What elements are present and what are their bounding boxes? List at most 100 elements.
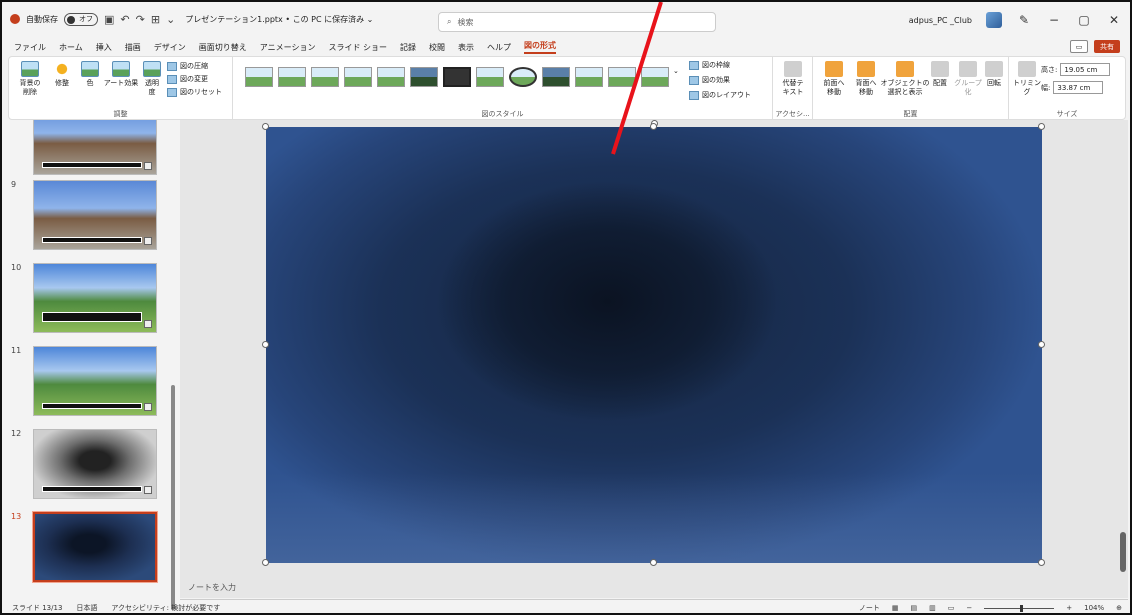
picture-style-8[interactable] (476, 67, 504, 87)
picture-style-11[interactable] (575, 67, 603, 87)
avatar[interactable] (986, 12, 1002, 28)
save-icon[interactable]: ▣ (104, 13, 114, 26)
tab-help[interactable]: ヘルプ (487, 42, 511, 53)
tab-file[interactable]: ファイル (14, 42, 46, 53)
resize-handle-right[interactable] (1038, 341, 1045, 348)
picture-border-button[interactable]: 図の枠線 (689, 60, 730, 70)
minimize-button[interactable]: − (1046, 13, 1062, 27)
start-slideshow-icon[interactable]: ⊞ (151, 13, 160, 26)
tab-design[interactable]: デザイン (154, 42, 186, 53)
color-button[interactable]: 色 (79, 61, 101, 88)
picture-style-13[interactable] (641, 67, 669, 87)
notes-input[interactable]: ノートを入力 (188, 582, 236, 593)
slide-thumbnail-selected[interactable] (32, 511, 158, 583)
zoom-slider[interactable] (984, 604, 1055, 612)
resize-handle-top-left[interactable] (262, 123, 269, 130)
tab-picture-format[interactable]: 図の形式 (524, 40, 556, 54)
resize-handle-bottom[interactable] (650, 559, 657, 566)
resize-handle-top[interactable] (650, 123, 657, 130)
undo-icon[interactable]: ↶ (120, 13, 129, 26)
picture-layout-icon (689, 90, 699, 100)
tab-draw[interactable]: 描画 (125, 42, 141, 53)
picture-style-2[interactable] (278, 67, 306, 87)
align-button[interactable]: 配置 (929, 61, 951, 88)
compress-pictures-button[interactable]: 図の圧縮 (167, 61, 208, 71)
tab-review[interactable]: 校閲 (429, 42, 445, 53)
zoom-level[interactable]: 104% (1084, 604, 1104, 612)
autosave-toggle[interactable]: オフ (64, 12, 98, 26)
selection-pane-button[interactable]: オブジェクトの 選択と表示 (881, 61, 930, 97)
rotate-button[interactable]: 回転 (983, 61, 1005, 88)
tab-insert[interactable]: 挿入 (96, 42, 112, 53)
artistic-effects-label: アート効果 (103, 79, 139, 87)
thumbnail-scrollbar[interactable] (170, 120, 176, 610)
zoom-in-button[interactable]: + (1066, 604, 1072, 612)
slide-picture[interactable] (266, 127, 1042, 563)
bring-forward-button[interactable]: 前面へ 移動 (819, 61, 849, 97)
share-button[interactable]: 共有 (1094, 40, 1120, 53)
crop-button[interactable]: トリミング (1013, 61, 1041, 97)
reset-picture-button[interactable]: 図のリセット (167, 87, 222, 97)
height-input[interactable]: 19.05 cm (1060, 63, 1111, 76)
tab-home[interactable]: ホーム (59, 42, 83, 53)
picture-style-3[interactable] (311, 67, 339, 87)
picture-style-5[interactable] (377, 67, 405, 87)
accessibility-status[interactable]: アクセシビリティ: 検討が必要です (111, 603, 220, 613)
transparency-button[interactable]: 透明 度 (141, 61, 163, 97)
tab-transitions[interactable]: 画面切り替え (199, 42, 247, 53)
corrections-button[interactable]: 修整 (49, 61, 75, 88)
document-title[interactable]: プレゼンテーション1.pptx • この PC に保存済み ⌄ (185, 14, 373, 25)
tab-view[interactable]: 表示 (458, 42, 474, 53)
slide-thumbnail[interactable] (33, 263, 157, 333)
search-box[interactable]: ⌕ 検索 (438, 12, 716, 32)
comments-button[interactable]: ▭ (1070, 40, 1088, 53)
picture-style-1[interactable] (245, 67, 273, 87)
redo-icon[interactable]: ↷ (136, 13, 145, 26)
language-indicator[interactable]: 日本語 (76, 603, 97, 613)
resize-handle-bottom-right[interactable] (1038, 559, 1045, 566)
maximize-button[interactable]: ▢ (1076, 13, 1092, 27)
slide-thumbnail[interactable] (33, 429, 157, 499)
zoom-slider-knob[interactable] (1020, 604, 1024, 612)
canvas-scrollbar-thumb[interactable] (1120, 532, 1126, 572)
reading-view-icon[interactable]: ▥ (929, 604, 936, 612)
picture-style-7[interactable] (443, 67, 471, 87)
artistic-effects-button[interactable]: アート効果 (103, 61, 139, 88)
styles-gallery-more-icon[interactable]: ⌄ (673, 67, 679, 75)
change-picture-button[interactable]: 図の変更 (167, 74, 208, 84)
slide-thumbnail[interactable] (33, 120, 157, 175)
picture-effects-button[interactable]: 図の効果 (689, 75, 730, 85)
customize-qat-icon[interactable]: ⌄ (166, 13, 175, 26)
tab-animations[interactable]: アニメーション (260, 42, 316, 53)
slide-thumbnail[interactable] (33, 180, 157, 250)
slideshow-view-icon[interactable]: ▭ (948, 604, 955, 612)
thumbnail-scrollbar-thumb[interactable] (171, 385, 175, 610)
picture-style-4[interactable] (344, 67, 372, 87)
canvas-scrollbar[interactable] (1118, 120, 1128, 598)
send-backward-button[interactable]: 背面へ 移動 (851, 61, 881, 97)
alt-text-button[interactable]: 代替テ キスト (779, 61, 807, 97)
group-objects-label: グループ化 (954, 79, 982, 96)
fit-to-window-icon[interactable]: ⊕ (1116, 604, 1122, 612)
resize-handle-left[interactable] (262, 341, 269, 348)
width-input[interactable]: 33.87 cm (1053, 81, 1104, 94)
picture-style-12[interactable] (608, 67, 636, 87)
slide-thumbnail[interactable] (33, 346, 157, 416)
picture-style-6[interactable] (410, 67, 438, 87)
pen-icon[interactable]: ✎ (1016, 13, 1032, 27)
close-button[interactable]: ✕ (1106, 13, 1122, 27)
tab-slideshow[interactable]: スライド ショー (328, 42, 387, 53)
normal-view-icon[interactable]: ▦ (892, 604, 899, 612)
user-name[interactable]: adpus_PC _Club (909, 16, 972, 25)
remove-background-button[interactable]: 背景の 削除 (17, 61, 43, 97)
notes-toggle[interactable]: ノート (859, 603, 880, 613)
tab-record[interactable]: 記録 (400, 42, 416, 53)
group-objects-button[interactable]: グループ化 (953, 61, 983, 97)
zoom-out-button[interactable]: − (966, 604, 972, 612)
slide-sorter-icon[interactable]: ▤ (910, 604, 917, 612)
resize-handle-bottom-left[interactable] (262, 559, 269, 566)
picture-style-9[interactable] (509, 67, 537, 87)
picture-style-10[interactable] (542, 67, 570, 87)
resize-handle-top-right[interactable] (1038, 123, 1045, 130)
picture-layout-button[interactable]: 図のレイアウト (689, 90, 751, 100)
